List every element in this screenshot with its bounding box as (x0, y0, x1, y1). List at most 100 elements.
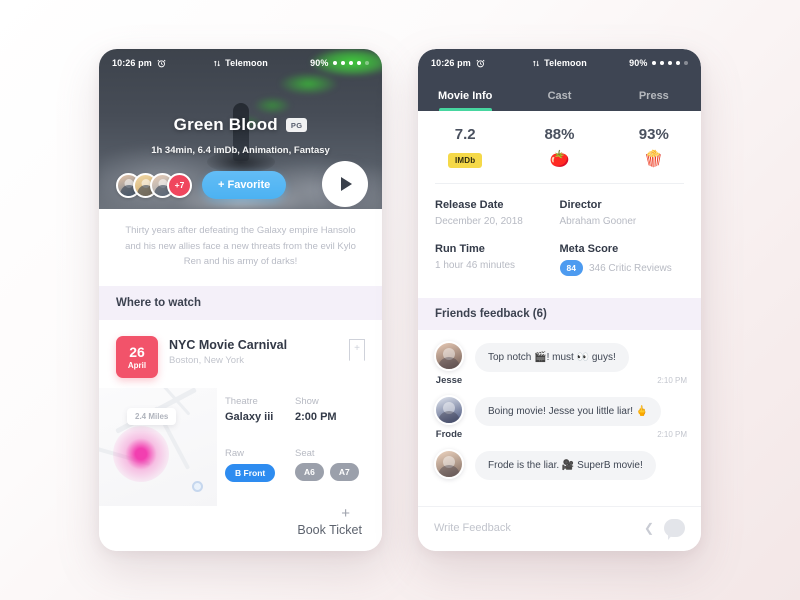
book-ticket-label[interactable]: Book Ticket (119, 523, 362, 537)
feedback-body: Top notch 🎬! must 👀 guys! 2:10 PM (475, 341, 687, 386)
event-day: 26 (129, 343, 145, 360)
feedback-body: Frode is the liar. 🎥 SuperB movie! (475, 449, 687, 480)
status-carrier: Telemoon (544, 58, 587, 68)
play-icon (341, 177, 352, 191)
ratings-row: 7.2 IMDb 88% 🍅 93% 🍿 (418, 111, 701, 183)
feedback-bubble: Top notch 🎬! must 👀 guys! (475, 343, 629, 372)
avatar[interactable] (434, 449, 464, 479)
status-battery: 90% (310, 58, 329, 68)
meta-score: Meta Score 84 346 Critic Reviews (559, 243, 685, 276)
venue-text: NYC Movie Carnival Boston, New York (169, 336, 338, 366)
detail-value: Galaxy iii (225, 411, 274, 424)
gps-target-icon[interactable] (192, 481, 203, 492)
movie-meta-grid: Release Date December 20, 2018 Director … (418, 184, 701, 298)
screen-root: 10:26 pm Telemoon 90% Green Blood PG 1h … (0, 0, 800, 600)
status-battery: 90% (629, 58, 648, 68)
rotten-tomato-icon: 🍅 (512, 150, 606, 170)
signal-dots (332, 60, 369, 66)
raw-pill[interactable]: B Front (225, 463, 276, 482)
hero-title-row: Green Blood PG (99, 115, 382, 135)
where-to-watch-header: Where to watch (99, 286, 382, 321)
feedback-bubble: Frode is the liar. 🎥 SuperB movie! (475, 451, 656, 480)
right-status-bar: 10:26 pm Telemoon 90% (418, 49, 701, 77)
venue-row[interactable]: 26 April NYC Movie Carnival Boston, New … (99, 320, 382, 388)
status-right: 90% (310, 58, 369, 68)
meta-score-row: 84 346 Critic Reviews (559, 260, 685, 276)
status-carrier: Telemoon (225, 58, 268, 68)
feedback-time: 2:10 PM (657, 430, 687, 439)
meta-label: Release Date (435, 199, 504, 211)
favorite-button[interactable]: + Favorite (202, 171, 287, 199)
rating-value: 88% (544, 126, 575, 143)
avatar-overflow-count[interactable]: +7 (167, 172, 192, 198)
data-transfer-icon (532, 59, 540, 68)
left-phone: 10:26 pm Telemoon 90% Green Blood PG 1h … (99, 49, 382, 551)
tab-bar: Movie Info Cast Press (418, 90, 701, 111)
status-time: 10:26 pm (112, 58, 152, 68)
friends-feedback-header: Friends feedback (6) (418, 298, 701, 330)
play-button[interactable] (322, 161, 368, 207)
feedback-item: Frode Boing movie! Jesse you little liar… (432, 395, 687, 440)
status-time: 10:26 pm (431, 58, 471, 68)
venue-location: Boston, New York (169, 355, 244, 367)
avatar[interactable] (434, 395, 464, 425)
meta-score-reviews[interactable]: 346 Critic Reviews (589, 263, 672, 274)
friend-avatar-group[interactable]: +7 (116, 172, 192, 198)
popcorn-glyph: 🍿 (643, 151, 664, 168)
rating-value: 7.2 (454, 126, 476, 143)
seat-pill[interactable]: A7 (329, 462, 359, 481)
detail-columns: Theatre Galaxy iii Show 2:00 PM Raw B Fr… (217, 388, 365, 506)
seat-pill-row: A6 A7 (295, 462, 365, 481)
chevron-left-icon[interactable]: ❮ (644, 521, 654, 535)
feedback-body: Boing movie! Jesse you little liar! 🖕 2:… (475, 395, 687, 440)
avatar[interactable] (434, 341, 464, 371)
movie-synopsis: Thirty years after defeating the Galaxy … (125, 225, 356, 268)
signal-dots (651, 60, 688, 66)
rating-tomato[interactable]: 88% 🍅 (512, 126, 606, 170)
tab-cast[interactable]: Cast (512, 90, 606, 111)
meta-run-time: Run Time 1 hour 46 minutes (435, 243, 560, 276)
map-distance-label: 2.4 Miles (127, 408, 177, 426)
detail-label: Seat (295, 447, 315, 459)
rating-popcorn[interactable]: 93% 🍿 (607, 126, 701, 170)
status-right: 90% (629, 58, 688, 68)
meta-label: Meta Score (559, 243, 619, 255)
book-plus-icon[interactable]: + (119, 506, 350, 521)
detail-raw: Raw B Front (225, 448, 295, 493)
screening-details: 2.4 Miles Theatre Galaxy iii Show 2:00 P… (99, 388, 382, 506)
imdb-badge-icon: IMDb (418, 150, 512, 170)
tab-press[interactable]: Press (607, 90, 701, 111)
rating-badge: PG (285, 118, 308, 132)
chat-bubble-icon[interactable] (664, 519, 685, 540)
seat-pill[interactable]: A6 (295, 462, 324, 481)
detail-label: Show (295, 396, 319, 408)
detail-value: 2:00 PM (295, 411, 337, 424)
feedback-author: Frode (435, 429, 463, 440)
event-month: April (127, 360, 147, 370)
meta-value: Abraham Gooner (559, 216, 637, 227)
detail-show: Show 2:00 PM (295, 396, 365, 434)
feedback-avatar-col: Frode (432, 395, 466, 440)
rating-imdb[interactable]: 7.2 IMDb (418, 126, 512, 170)
popcorn-icon: 🍿 (607, 150, 701, 170)
tab-movie-info[interactable]: Movie Info (418, 90, 512, 111)
meta-value: 1 hour 46 minutes (435, 260, 516, 271)
book-ticket-action[interactable]: + Book Ticket (99, 506, 382, 551)
watch-card: 26 April NYC Movie Carnival Boston, New … (99, 320, 382, 551)
write-feedback-input[interactable]: Write Feedback (434, 522, 634, 534)
location-pin-icon (113, 426, 169, 483)
alarm-clock-icon (476, 59, 485, 68)
imdb-label: IMDb (447, 152, 483, 168)
meta-value: December 20, 2018 (435, 216, 523, 227)
detail-label: Theatre (225, 396, 258, 408)
feedback-avatar-col (432, 449, 466, 480)
status-left: 10:26 pm (112, 58, 166, 68)
venue-mini-map[interactable]: 2.4 Miles (99, 388, 217, 506)
feedback-input-bar[interactable]: Write Feedback ❮ (418, 506, 701, 551)
bookmark-add-icon[interactable]: + (349, 339, 365, 362)
meta-label: Director (559, 199, 602, 211)
movie-subtitle: 1h 34min, 6.4 imDb, Animation, Fantasy (151, 145, 330, 156)
feedback-time: 2:10 PM (657, 376, 687, 385)
right-phone: 10:26 pm Telemoon 90% Movie Info Cast Pr… (418, 49, 701, 551)
detail-label: Raw (225, 447, 245, 459)
